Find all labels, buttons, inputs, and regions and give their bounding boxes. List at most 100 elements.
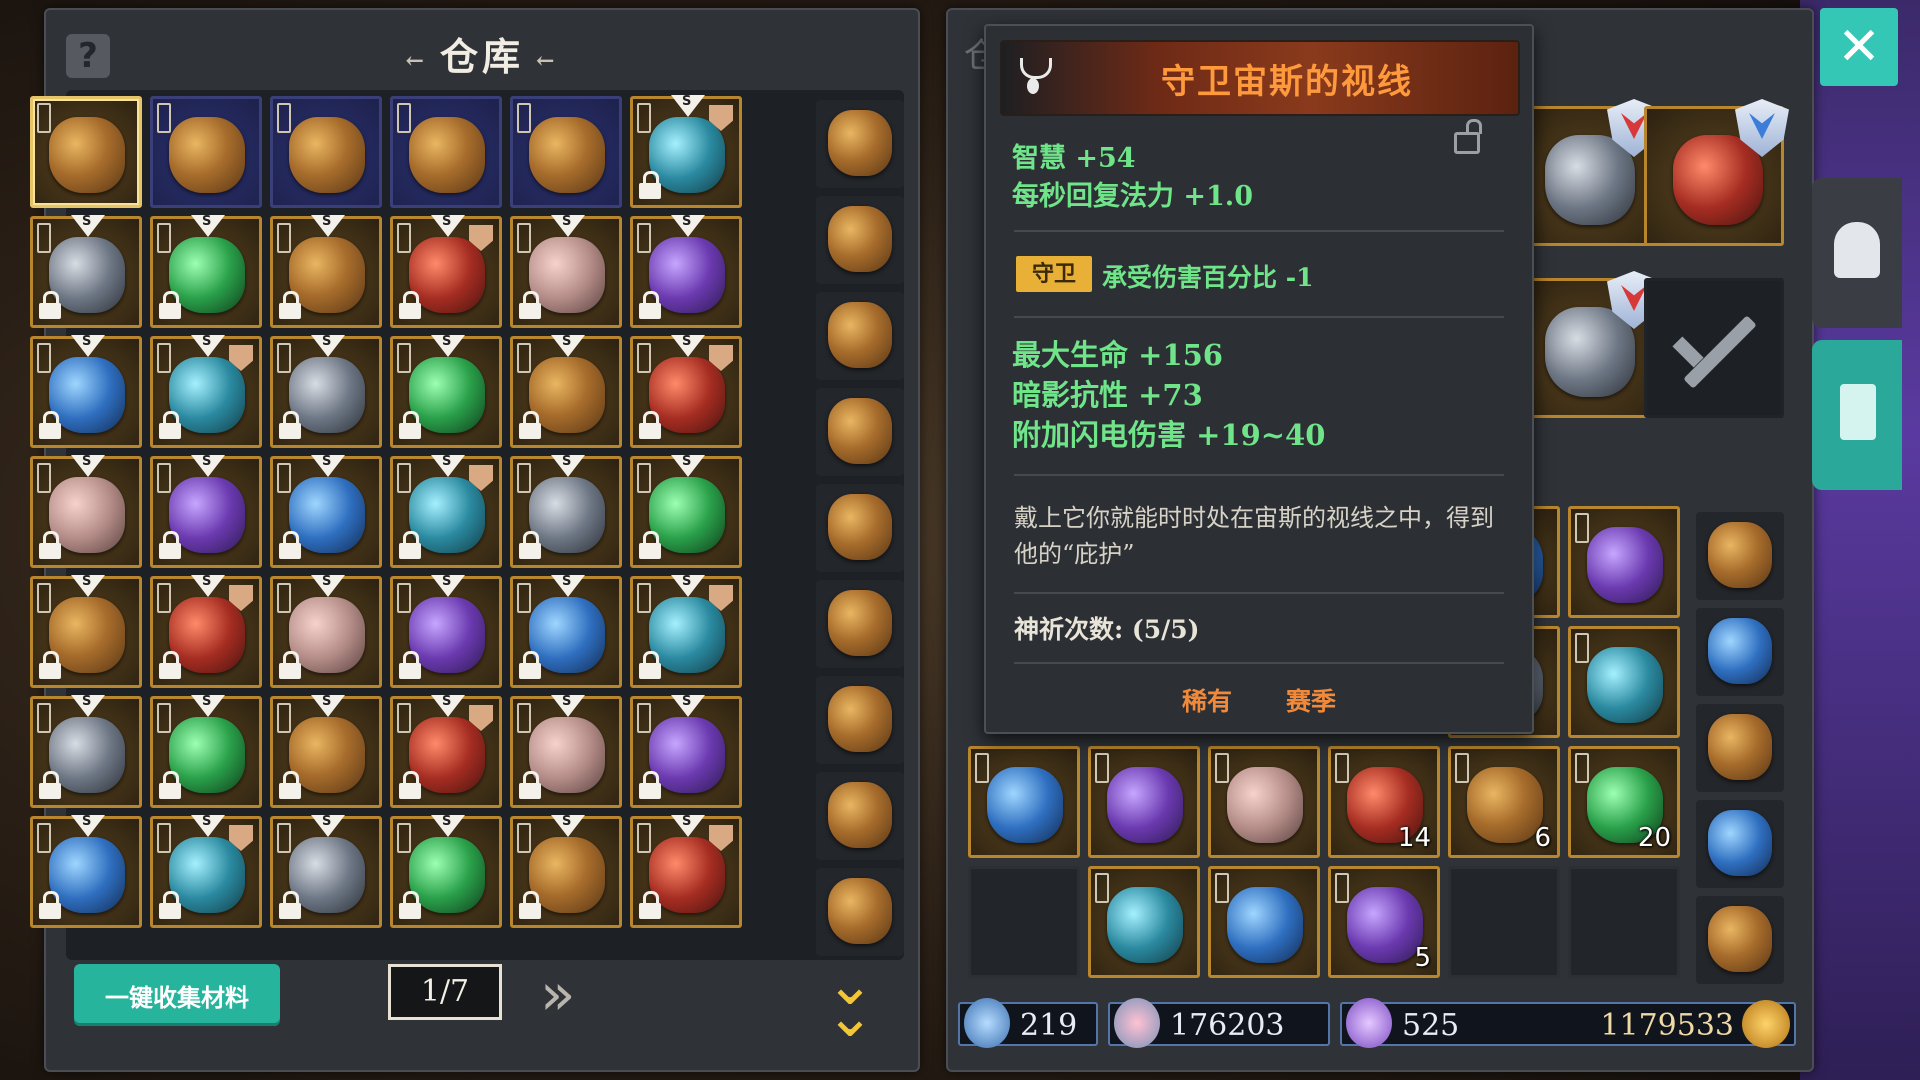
warehouse-slot[interactable]: S	[390, 814, 502, 928]
inventory-slot[interactable]	[1208, 866, 1320, 978]
inventory-slot[interactable]	[1568, 626, 1680, 738]
warehouse-slot[interactable]: S	[30, 574, 142, 688]
warehouse-slot[interactable]: S	[270, 454, 382, 568]
warehouse-slot[interactable]: S	[390, 214, 502, 328]
lock-icon	[639, 411, 661, 439]
lock-toggle-icon[interactable]	[1454, 132, 1480, 154]
equip-slot-offhand[interactable]	[1516, 99, 1661, 246]
bag-slot[interactable]	[1696, 800, 1784, 888]
warehouse-slot[interactable]: S	[630, 574, 742, 688]
warehouse-slot[interactable]: S	[270, 574, 382, 688]
inventory-slot[interactable]	[1448, 866, 1560, 978]
item-icon	[409, 837, 485, 913]
inventory-slot[interactable]	[968, 746, 1080, 858]
equip-slot-ring[interactable]	[1516, 271, 1661, 418]
warehouse-slot[interactable]: S	[150, 214, 262, 328]
bag-slot[interactable]	[1696, 704, 1784, 792]
bag-slot[interactable]	[816, 580, 904, 668]
bag-slot[interactable]	[816, 388, 904, 476]
warehouse-slot[interactable]	[150, 96, 262, 208]
item-icon	[529, 237, 605, 313]
s-grade-letter: S	[202, 214, 212, 229]
warehouse-slot[interactable]: S	[30, 694, 142, 808]
warehouse-slot[interactable]: S	[510, 334, 622, 448]
warehouse-slot[interactable]: S	[150, 454, 262, 568]
warehouse-slot[interactable]: S	[630, 334, 742, 448]
bag-slot[interactable]	[816, 196, 904, 284]
title-deco-right: ←	[536, 47, 559, 74]
warehouse-slot[interactable]: S	[30, 454, 142, 568]
warehouse-slot[interactable]: S	[630, 814, 742, 928]
bind-tag-icon	[37, 583, 51, 613]
warehouse-slot[interactable]	[30, 96, 142, 208]
inventory-slot[interactable]: 14	[1328, 746, 1440, 858]
warehouse-slot[interactable]: S	[390, 574, 502, 688]
inventory-slot[interactable]: 6	[1448, 746, 1560, 858]
bag-slot[interactable]	[1696, 608, 1784, 696]
item-icon	[289, 477, 365, 553]
bag-slot[interactable]	[1696, 512, 1784, 600]
warehouse-slot[interactable]: S	[510, 214, 622, 328]
warehouse-slot[interactable]: S	[30, 214, 142, 328]
tab-equipment[interactable]	[1812, 178, 1902, 328]
inventory-slot[interactable]	[1208, 746, 1320, 858]
s-grade-badge-icon: S	[191, 454, 225, 477]
warehouse-slot[interactable]: S	[630, 694, 742, 808]
warehouse-slot[interactable]: S	[510, 694, 622, 808]
bind-tag-icon	[637, 703, 651, 733]
warehouse-slot[interactable]: S	[270, 214, 382, 328]
inventory-slot[interactable]	[1568, 506, 1680, 618]
inventory-slot[interactable]: 5	[1328, 866, 1440, 978]
s-grade-badge-icon: S	[311, 454, 345, 477]
inventory-slot[interactable]	[968, 866, 1080, 978]
warehouse-slot[interactable]: S	[630, 454, 742, 568]
warehouse-slot[interactable]: S	[390, 334, 502, 448]
item-icon	[1227, 767, 1303, 843]
bag-slot[interactable]	[816, 868, 904, 956]
bag-slot[interactable]	[1696, 896, 1784, 984]
warehouse-slot[interactable]: S	[150, 694, 262, 808]
item-icon	[649, 597, 725, 673]
warehouse-slot[interactable]	[510, 96, 622, 208]
bag-slot[interactable]	[816, 100, 904, 188]
bag-slot[interactable]	[816, 484, 904, 572]
tab-codex[interactable]	[1812, 340, 1902, 490]
warehouse-slot[interactable]: S	[510, 814, 622, 928]
warehouse-slot[interactable]	[390, 96, 502, 208]
inventory-slot[interactable]	[1088, 746, 1200, 858]
warehouse-slot[interactable]: S	[150, 814, 262, 928]
equip-slot-empty-weapon[interactable]	[1644, 278, 1784, 418]
warehouse-slot[interactable]: S	[390, 694, 502, 808]
inventory-slot[interactable]	[1568, 866, 1680, 978]
bag-slot[interactable]	[816, 772, 904, 860]
warehouse-slot[interactable]: S	[390, 454, 502, 568]
collect-materials-button[interactable]: 一键收集材料	[74, 964, 280, 1026]
lock-icon	[159, 891, 181, 919]
warehouse-slot[interactable]: S	[150, 574, 262, 688]
warehouse-slot[interactable]	[270, 96, 382, 208]
warehouse-slot[interactable]: S	[510, 574, 622, 688]
warehouse-slot[interactable]: S	[510, 454, 622, 568]
bag-slot[interactable]	[816, 676, 904, 764]
warehouse-slot[interactable]: S	[270, 694, 382, 808]
guard-tag: 守卫	[1016, 256, 1092, 292]
warehouse-slot[interactable]: S	[30, 334, 142, 448]
s-grade-letter: S	[322, 814, 332, 829]
close-button[interactable]: ✕	[1820, 8, 1898, 86]
inventory-slot[interactable]: 20	[1568, 746, 1680, 858]
lock-icon	[279, 291, 301, 319]
background-banner	[1800, 0, 1920, 1080]
warehouse-slot[interactable]: S	[30, 814, 142, 928]
warehouse-slot[interactable]: S	[630, 214, 742, 328]
warehouse-slot[interactable]: S	[270, 334, 382, 448]
warehouse-slot[interactable]: S	[270, 814, 382, 928]
bag-slot[interactable]	[816, 292, 904, 380]
inventory-slot[interactable]	[1088, 866, 1200, 978]
bind-tag-icon	[37, 823, 51, 853]
bind-tag-icon	[637, 583, 651, 613]
equip-slot-weapon[interactable]	[1644, 99, 1789, 246]
warehouse-slot[interactable]: S	[630, 94, 742, 208]
warehouse-slot[interactable]: S	[150, 334, 262, 448]
next-page-button[interactable]: »	[540, 960, 575, 1028]
scroll-down-button[interactable]: ⌄ ⌄	[820, 955, 880, 1045]
